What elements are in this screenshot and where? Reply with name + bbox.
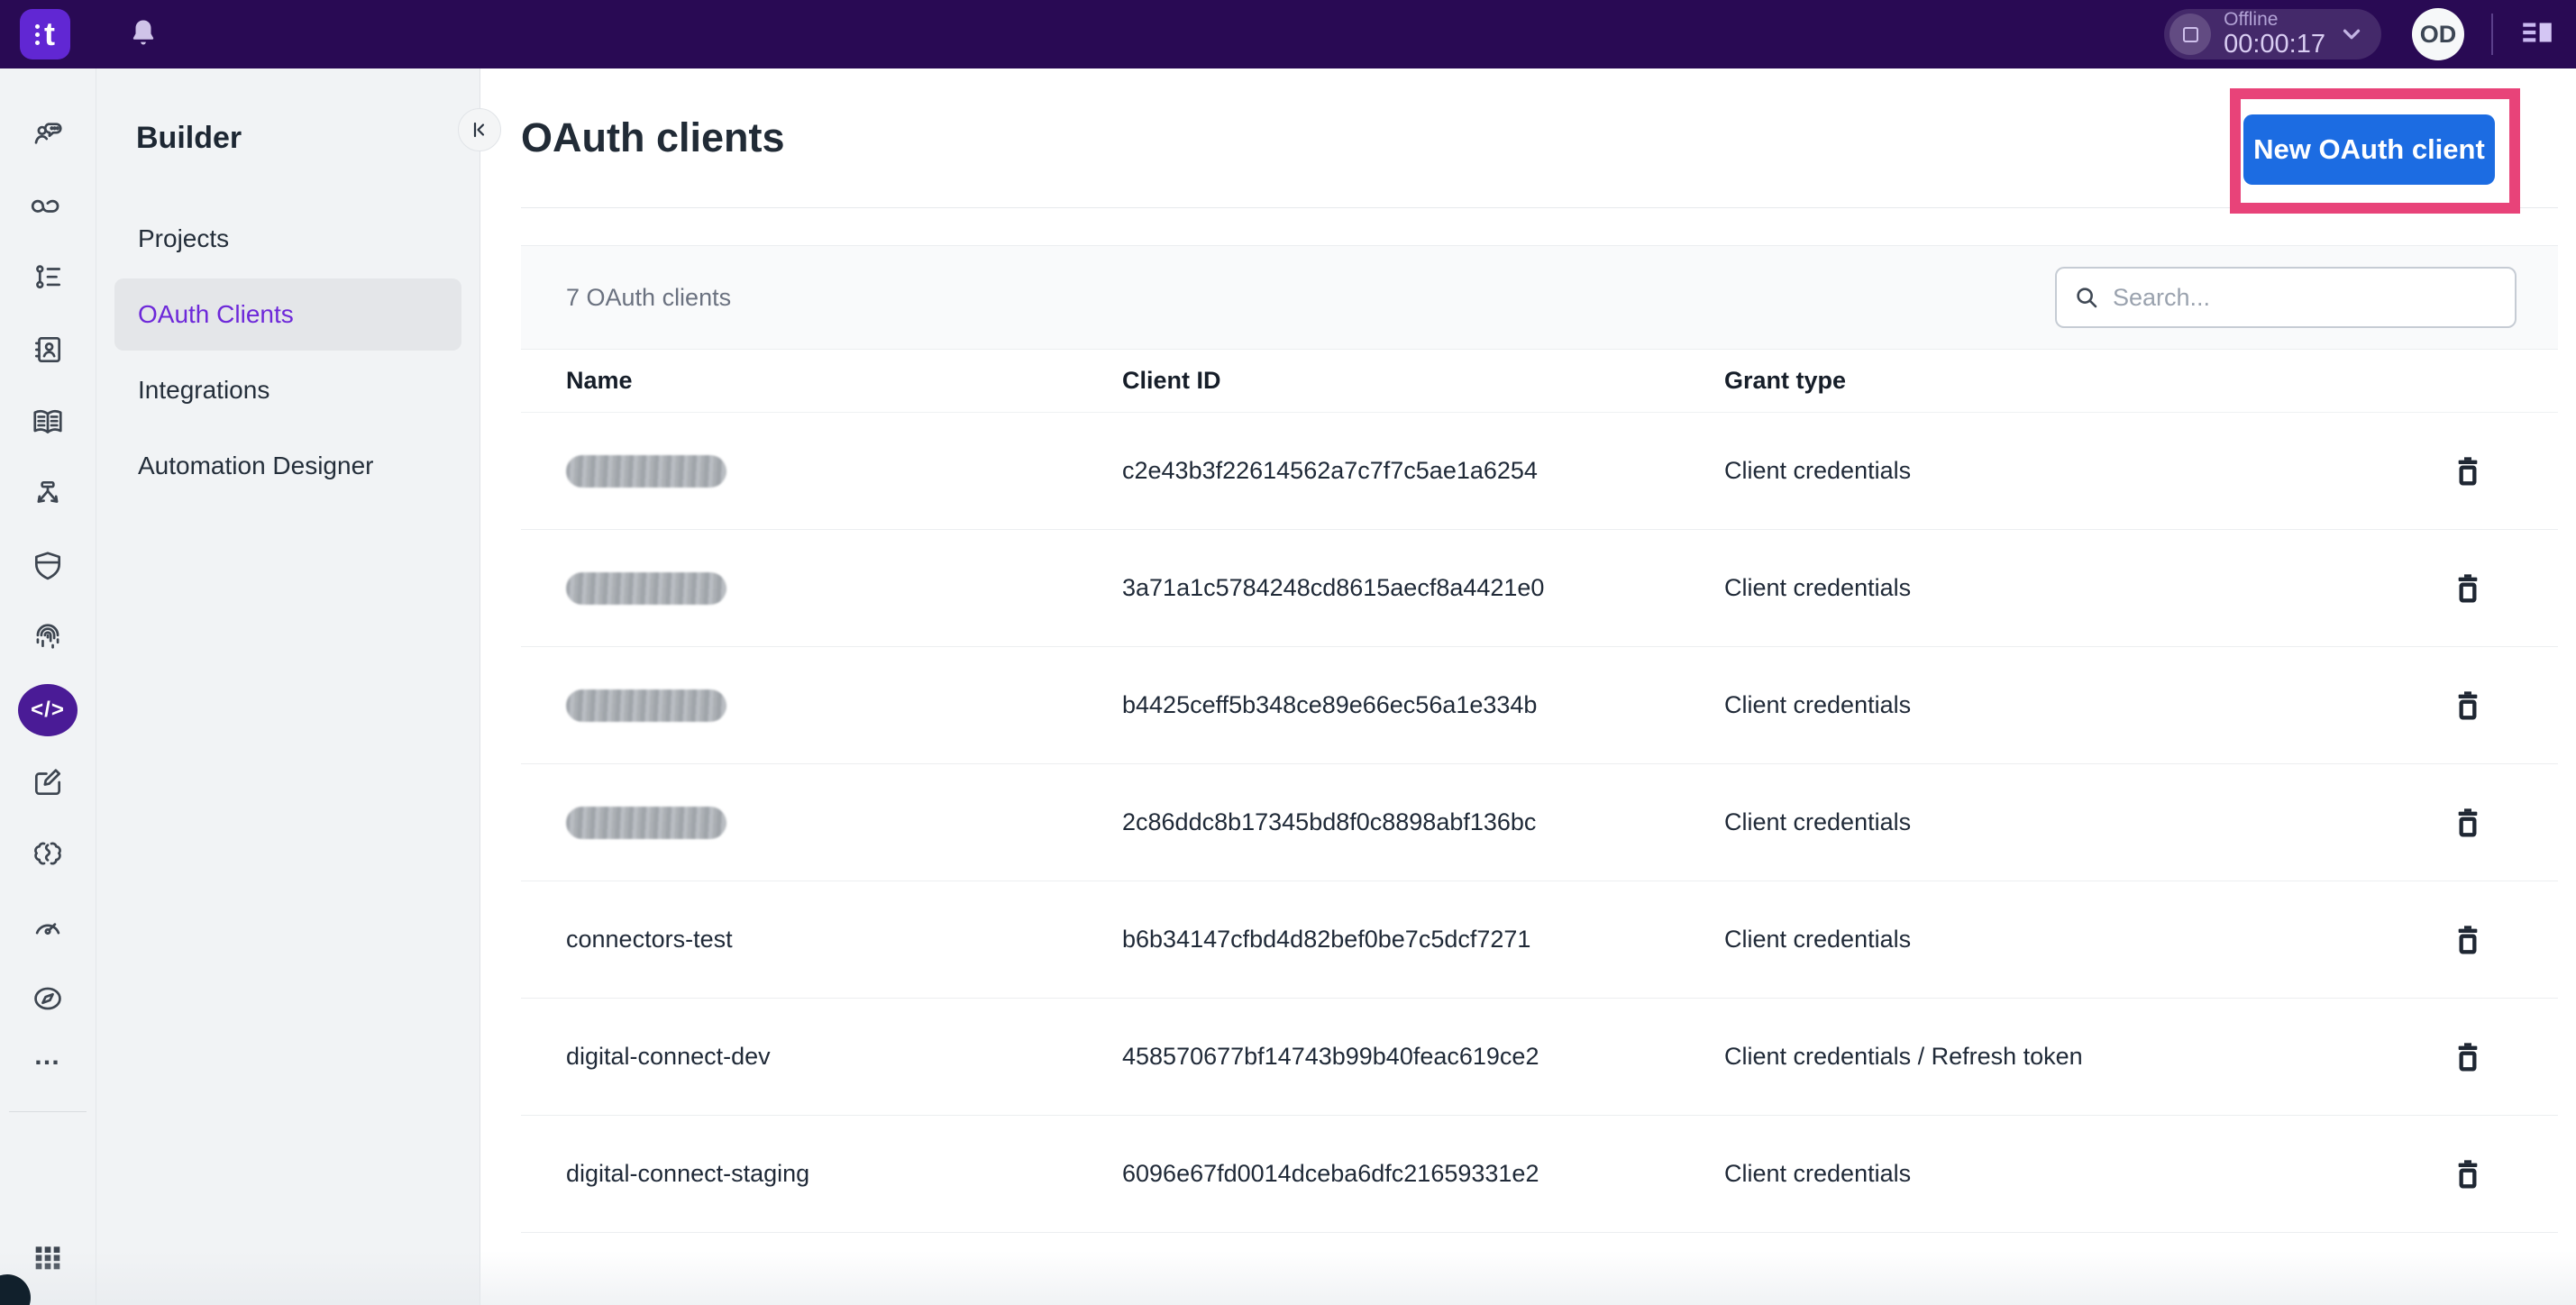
code-icon[interactable]: </> (18, 684, 78, 736)
grant-type-cell: Client credentials (1724, 691, 2378, 719)
topbar-divider (2491, 14, 2493, 55)
player-status-pill[interactable]: Offline 00:00:17 (2164, 9, 2381, 59)
table-row[interactable]: digital-connect-dev 458570677bf14743b99b… (521, 999, 2558, 1116)
delete-client-button[interactable] (2442, 914, 2494, 966)
table-row[interactable]: b4425ceff5b348ce89e66ec56a1e334b Client … (521, 647, 2558, 764)
fingerprint-icon[interactable] (18, 612, 78, 664)
sidebar-item-integrations[interactable]: Integrations (114, 354, 461, 426)
status-timer: 00:00:17 (2224, 31, 2325, 59)
status-label: Offline (2224, 10, 2325, 31)
new-oauth-client-button[interactable]: New OAuth client (2243, 114, 2495, 185)
shield-icon[interactable] (18, 540, 78, 592)
app-grid-icon[interactable] (30, 1239, 66, 1280)
panel-title: Builder (136, 121, 480, 156)
trash-icon (2450, 922, 2486, 958)
builder-nav: Projects OAuth Clients Integrations Auto… (114, 203, 461, 506)
delete-client-button[interactable] (2442, 680, 2494, 732)
player-stop-icon (2170, 14, 2211, 55)
table-row[interactable]: 3a71a1c5784248cd8615aecf8a4421e0 Client … (521, 530, 2558, 647)
trash-icon (2450, 688, 2486, 724)
client-id-cell: b6b34147cfbd4d82bef0be7c5dcf7271 (1122, 926, 1724, 954)
delete-client-button[interactable] (2442, 1031, 2494, 1083)
search-box[interactable] (2055, 267, 2517, 328)
client-name-cell: digital-connect-staging (566, 1160, 1122, 1188)
search-input[interactable] (2113, 284, 2498, 312)
rail-divider (9, 1111, 87, 1112)
loop-icon[interactable] (18, 179, 78, 232)
column-header-name: Name (566, 367, 1122, 395)
table-toolbar: 7 OAuth clients (521, 245, 2558, 350)
trash-icon (2450, 1156, 2486, 1192)
trash-icon (2450, 453, 2486, 489)
client-name-cell (566, 689, 1122, 722)
grant-type-cell: Client credentials (1724, 808, 2378, 836)
delete-client-button[interactable] (2442, 562, 2494, 615)
notifications-bell-icon[interactable] (128, 17, 159, 52)
client-id-cell: b4425ceff5b348ce89e66ec56a1e334b (1122, 691, 1724, 719)
grant-type-cell: Client credentials (1724, 926, 2378, 954)
trash-icon (2450, 805, 2486, 841)
layout-panel-icon[interactable] (2518, 14, 2556, 56)
more-icon[interactable]: … (33, 1041, 62, 1077)
table-row[interactable]: c2e43b3f22614562a7c7f7c5ae1a6254 Client … (521, 413, 2558, 530)
table-row[interactable]: digital-connect-staging 6096e67fd0014dce… (521, 1116, 2558, 1233)
contacts-icon[interactable] (18, 324, 78, 376)
client-id-cell: 2c86ddc8b17345bd8f0c8898abf136bc (1122, 808, 1724, 836)
search-icon (2073, 284, 2100, 311)
redacted-name (566, 572, 726, 605)
collapse-panel-button[interactable] (458, 108, 501, 151)
brain-icon[interactable] (18, 828, 78, 881)
client-id-cell: 458570677bf14743b99b40feac619ce2 (1122, 1043, 1724, 1071)
table-header-row: Name Client ID Grant type (521, 350, 2558, 413)
compass-icon[interactable] (18, 972, 78, 1025)
redacted-name (566, 807, 726, 839)
client-id-cell: 3a71a1c5784248cd8615aecf8a4421e0 (1122, 574, 1724, 602)
trash-icon (2450, 570, 2486, 607)
redacted-name (566, 689, 726, 722)
client-id-cell: c2e43b3f22614562a7c7f7c5ae1a6254 (1122, 457, 1724, 485)
top-bar: t Offline 00:00:17 OD (0, 0, 2576, 68)
builder-panel: Builder Projects OAuth Clients Integrati… (96, 68, 480, 1305)
column-header-grant-type: Grant type (1724, 367, 2378, 395)
table-row[interactable]: connectors-test b6b34147cfbd4d82bef0be7c… (521, 881, 2558, 999)
delete-client-button[interactable] (2442, 797, 2494, 849)
page-title: OAuth clients (521, 114, 785, 161)
redacted-name (566, 455, 726, 488)
app-logo[interactable]: t (20, 9, 70, 59)
client-name-cell (566, 807, 1122, 839)
client-name-cell: connectors-test (566, 926, 1122, 954)
client-count: 7 OAuth clients (566, 284, 731, 312)
column-header-client-id: Client ID (1122, 367, 1724, 395)
grant-type-cell: Client credentials (1724, 457, 2378, 485)
delete-client-button[interactable] (2442, 1148, 2494, 1200)
delete-client-button[interactable] (2442, 445, 2494, 497)
table-body: c2e43b3f22614562a7c7f7c5ae1a6254 Client … (521, 413, 2558, 1233)
avatar[interactable]: OD (2412, 8, 2464, 60)
client-id-cell: 6096e67fd0014dceba6dfc21659331e2 (1122, 1160, 1724, 1188)
gauge-icon[interactable] (18, 900, 78, 953)
main-content: New OAuth client OAuth clients 7 OAuth c… (481, 68, 2576, 1305)
workflow-steps-icon[interactable] (18, 251, 78, 304)
logo-dots-icon (35, 24, 40, 45)
sidebar-item-automation-designer[interactable]: Automation Designer (114, 430, 461, 502)
client-name-cell (566, 572, 1122, 605)
icon-rail: </> … (0, 68, 96, 1305)
grant-type-cell: Client credentials / Refresh token (1724, 1043, 2378, 1071)
chevron-down-icon (2338, 21, 2365, 48)
grant-type-cell: Client credentials (1724, 574, 2378, 602)
sidebar-item-oauth-clients[interactable]: OAuth Clients (114, 278, 461, 351)
documentation-book-icon[interactable] (18, 396, 78, 448)
table-row[interactable]: 2c86ddc8b17345bd8f0c8898abf136bc Client … (521, 764, 2558, 881)
logo-letter: t (44, 18, 55, 50)
client-name-cell: digital-connect-dev (566, 1043, 1122, 1071)
trash-icon (2450, 1039, 2486, 1075)
client-name-cell (566, 455, 1122, 488)
split-branch-icon[interactable] (18, 468, 78, 520)
sidebar-item-projects[interactable]: Projects (114, 203, 461, 275)
support-chat-icon[interactable] (18, 107, 78, 160)
grant-type-cell: Client credentials (1724, 1160, 2378, 1188)
edit-icon[interactable] (18, 756, 78, 808)
